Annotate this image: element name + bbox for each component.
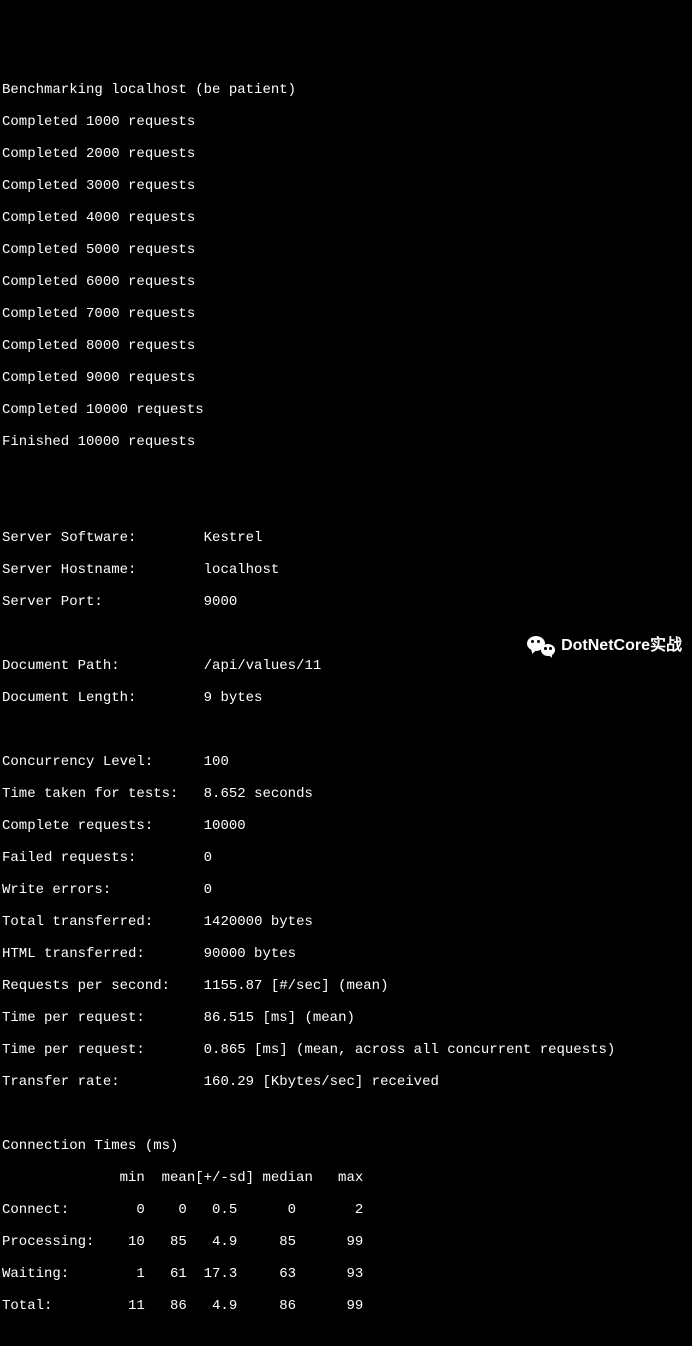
benchmark-header: Benchmarking localhost (be patient): [2, 82, 692, 98]
progress-line: Completed 10000 requests: [2, 402, 692, 418]
watermark: DotNetCore实战: [527, 634, 682, 658]
complete-requests: Complete requests: 10000: [2, 818, 692, 834]
blank-line: [2, 722, 692, 738]
wechat-icon: [527, 634, 555, 658]
conn-times-processing: Processing: 10 85 4.9 85 99: [2, 1234, 692, 1250]
conn-times-connect: Connect: 0 0 0.5 0 2: [2, 1202, 692, 1218]
conn-times-title: Connection Times (ms): [2, 1138, 692, 1154]
progress-line: Completed 2000 requests: [2, 146, 692, 162]
progress-line: Completed 7000 requests: [2, 306, 692, 322]
conn-times-total: Total: 11 86 4.9 86 99: [2, 1298, 692, 1314]
time-per-request-1: Time per request: 86.515 [ms] (mean): [2, 1010, 692, 1026]
document-length: Document Length: 9 bytes: [2, 690, 692, 706]
time-per-request-2: Time per request: 0.865 [ms] (mean, acro…: [2, 1042, 692, 1058]
progress-line: Completed 1000 requests: [2, 114, 692, 130]
total-transferred: Total transferred: 1420000 bytes: [2, 914, 692, 930]
blank-line: [2, 1330, 692, 1346]
server-hostname: Server Hostname: localhost: [2, 562, 692, 578]
terminal-output: Benchmarking localhost (be patient) Comp…: [0, 64, 692, 1346]
conn-times-header: min mean[+/-sd] median max: [2, 1170, 692, 1186]
concurrency-level: Concurrency Level: 100: [2, 754, 692, 770]
blank-line: [2, 466, 692, 482]
blank-line: [2, 1106, 692, 1122]
write-errors: Write errors: 0: [2, 882, 692, 898]
progress-line: Completed 8000 requests: [2, 338, 692, 354]
server-port: Server Port: 9000: [2, 594, 692, 610]
progress-line: Completed 5000 requests: [2, 242, 692, 258]
server-software: Server Software: Kestrel: [2, 530, 692, 546]
failed-requests: Failed requests: 0: [2, 850, 692, 866]
progress-line: Completed 3000 requests: [2, 178, 692, 194]
progress-line: Completed 9000 requests: [2, 370, 692, 386]
transfer-rate: Transfer rate: 160.29 [Kbytes/sec] recei…: [2, 1074, 692, 1090]
document-path: Document Path: /api/values/11: [2, 658, 692, 674]
progress-finished: Finished 10000 requests: [2, 434, 692, 450]
requests-per-second: Requests per second: 1155.87 [#/sec] (me…: [2, 978, 692, 994]
conn-times-waiting: Waiting: 1 61 17.3 63 93: [2, 1266, 692, 1282]
blank-line: [2, 498, 692, 514]
watermark-text: DotNetCore实战: [561, 638, 682, 654]
time-taken: Time taken for tests: 8.652 seconds: [2, 786, 692, 802]
html-transferred: HTML transferred: 90000 bytes: [2, 946, 692, 962]
progress-line: Completed 4000 requests: [2, 210, 692, 226]
progress-line: Completed 6000 requests: [2, 274, 692, 290]
